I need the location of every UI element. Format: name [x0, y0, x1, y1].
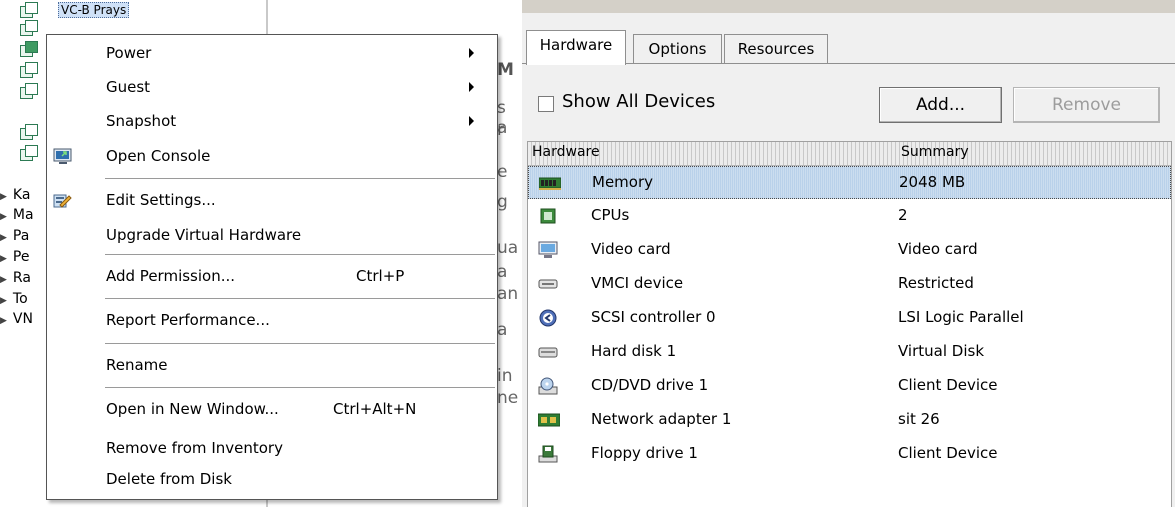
submenu-arrow-icon: [469, 48, 474, 58]
tree-node[interactable]: ▶ To: [0, 291, 28, 307]
hardware-row-memory[interactable]: Memory 2048 MB: [528, 166, 1171, 199]
tree-node[interactable]: ▶ Ra: [0, 270, 31, 286]
tab-bar: Hardware Options Resources: [522, 30, 1175, 65]
vm-icon[interactable]: [20, 83, 38, 99]
tree-node[interactable]: ▶ Ka: [0, 187, 30, 203]
expand-arrow-icon[interactable]: ▶: [0, 254, 7, 264]
shortcut-label: Ctrl+Alt+N: [333, 400, 417, 418]
background-text: M: [497, 60, 514, 80]
hardware-row-vmci-device[interactable]: VMCI device Restricted: [528, 268, 1171, 301]
cd-dvd-icon: [538, 377, 558, 395]
menu-separator: [105, 178, 495, 179]
hardware-row-network-adapter[interactable]: Network adapter 1 sit 26: [528, 404, 1171, 437]
hardware-row-cd-dvd[interactable]: CD/DVD drive 1 Client Device: [528, 370, 1171, 403]
column-header-summary[interactable]: Summary: [901, 144, 969, 160]
menu-item-remove-from-inventory[interactable]: Remove from Inventory: [47, 436, 497, 462]
expand-arrow-icon[interactable]: ▶: [0, 233, 7, 243]
background-text: r: [497, 120, 504, 140]
tab-hardware[interactable]: Hardware: [526, 30, 626, 65]
tree-node[interactable]: ▶ Ma: [0, 207, 34, 223]
tab-options[interactable]: Options: [633, 34, 722, 64]
background-text: e: [497, 162, 508, 182]
console-icon: [53, 148, 73, 166]
menu-separator: [105, 298, 495, 299]
context-menu: Power Guest Snapshot Open Console Edit S…: [46, 34, 498, 500]
list-header: Hardware Summary: [528, 142, 1171, 166]
tree-node[interactable]: ▶ Pa: [0, 228, 29, 244]
hardware-row-hard-disk[interactable]: Hard disk 1 Virtual Disk: [528, 336, 1171, 369]
menu-item-upgrade-virtual-hardware[interactable]: Upgrade Virtual Hardware: [47, 223, 497, 249]
menu-item-add-permission[interactable]: Add Permission... Ctrl+P: [47, 264, 497, 290]
column-header-hardware[interactable]: Hardware: [532, 144, 600, 160]
tab-resources[interactable]: Resources: [724, 34, 828, 64]
hardware-tab-panel: Show All Devices Add... Remove Hardware …: [522, 63, 1175, 507]
tree-node[interactable]: ▶ Pe: [0, 249, 29, 265]
title-strip: [522, 0, 1175, 13]
hardware-row-scsi-controller[interactable]: SCSI controller 0 LSI Logic Parallel: [528, 302, 1171, 335]
network-adapter-icon: [537, 411, 561, 429]
submenu-arrow-icon: [469, 82, 474, 92]
vm-icon[interactable]: [20, 20, 38, 36]
menu-item-edit-settings[interactable]: Edit Settings...: [47, 188, 497, 214]
hardware-row-video-card[interactable]: Video card Video card: [528, 234, 1171, 267]
vm-properties-dialog: Hardware Options Resources Show All Devi…: [522, 0, 1175, 507]
expand-arrow-icon[interactable]: ▶: [0, 275, 7, 285]
floppy-icon: [538, 445, 558, 463]
background-text: a: [497, 262, 508, 282]
menu-item-report-performance[interactable]: Report Performance...: [47, 308, 497, 334]
shortcut-label: Ctrl+P: [356, 267, 405, 285]
vm-icon[interactable]: [20, 62, 38, 78]
memory-icon: [538, 174, 562, 192]
menu-item-snapshot[interactable]: Snapshot: [47, 109, 497, 135]
menu-separator: [105, 387, 495, 388]
expand-arrow-icon[interactable]: ▶: [0, 212, 7, 222]
edit-settings-icon: [53, 192, 73, 210]
selected-vm-label[interactable]: VC-B Prays: [58, 2, 130, 18]
show-all-devices-checkbox[interactable]: [538, 96, 554, 112]
menu-item-guest[interactable]: Guest: [47, 75, 497, 101]
cpu-icon: [538, 207, 558, 225]
menu-item-delete-from-disk[interactable]: Delete from Disk: [47, 467, 497, 493]
hardware-list: Hardware Summary Memory 2048 MB CPUs 2 V…: [527, 141, 1172, 507]
submenu-arrow-icon: [469, 116, 474, 126]
scsi-controller-icon: [538, 309, 558, 327]
expand-arrow-icon[interactable]: ▶: [0, 296, 7, 306]
inventory-pane: VC-B Prays ▶ Ka ▶ Ma ▶ Pa ▶ Pe ▶ Ra ▶ To ▶ VN M…: [0, 0, 520, 507]
add-button[interactable]: Add...: [879, 87, 1002, 123]
menu-item-open-in-new-window[interactable]: Open in New Window... Ctrl+Alt+N: [47, 397, 497, 423]
expand-arrow-icon[interactable]: ▶: [0, 316, 7, 326]
menu-separator: [105, 254, 495, 255]
hardware-row-floppy-drive[interactable]: Floppy drive 1 Client Device: [528, 438, 1171, 471]
monitor-icon: [538, 241, 558, 259]
menu-item-power[interactable]: Power: [47, 41, 497, 67]
hardware-row-cpus[interactable]: CPUs 2: [528, 200, 1171, 233]
remove-button[interactable]: Remove: [1013, 87, 1160, 123]
show-all-devices-label[interactable]: Show All Devices: [562, 91, 715, 112]
vm-icon[interactable]: [20, 124, 38, 140]
vm-icon[interactable]: [20, 145, 38, 161]
background-text: g: [497, 192, 508, 212]
background-text: in: [497, 366, 513, 386]
vm-powered-on-icon[interactable]: [20, 41, 38, 57]
vm-icon[interactable]: [20, 2, 38, 18]
device-icon: [538, 275, 558, 293]
background-text: ua: [497, 238, 519, 258]
menu-item-open-console[interactable]: Open Console: [47, 144, 497, 170]
tree-node[interactable]: ▶ VN: [0, 311, 33, 327]
menu-separator: [105, 343, 495, 344]
expand-arrow-icon[interactable]: ▶: [0, 192, 7, 202]
background-text: a: [497, 320, 508, 340]
background-text: ne: [497, 388, 519, 408]
hard-disk-icon: [538, 343, 558, 361]
background-text: an: [497, 284, 519, 304]
menu-item-rename[interactable]: Rename: [47, 353, 497, 379]
